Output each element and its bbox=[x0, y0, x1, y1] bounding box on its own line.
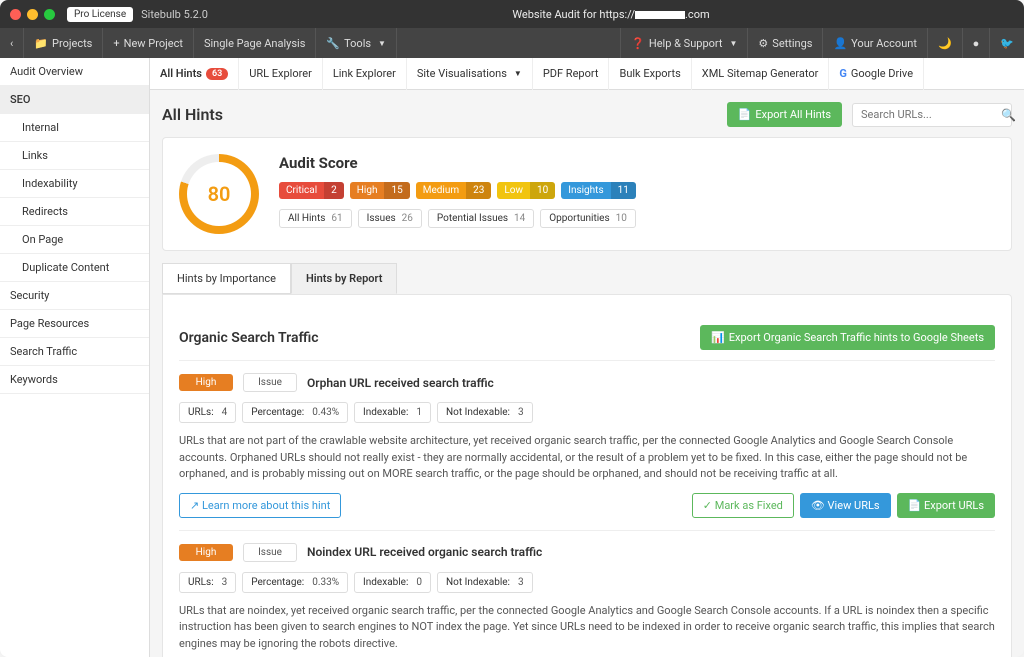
subtab-pdf-report[interactable]: PDF Report bbox=[533, 58, 610, 90]
pill-critical[interactable]: Critical2 bbox=[279, 182, 344, 199]
twitter-icon[interactable]: 🐦 bbox=[989, 28, 1024, 58]
sidebar-item-indexability[interactable]: Indexability bbox=[0, 170, 149, 198]
app-name: Sitebulb 5.2.0 bbox=[141, 8, 208, 21]
license-badge: Pro License bbox=[67, 7, 133, 22]
score-value: 80 bbox=[187, 162, 251, 226]
hint-description: URLs that are noindex, yet received orga… bbox=[179, 603, 995, 653]
hint-title: Noindex URL received organic search traf… bbox=[307, 545, 542, 559]
audit-url: Website Audit for https://.com bbox=[208, 8, 1014, 21]
sidebar-item-on-page[interactable]: On Page bbox=[0, 226, 149, 254]
hint-stat-urls: URLs:3 bbox=[179, 572, 236, 593]
subtab-xml-sitemap-generator[interactable]: XML Sitemap Generator bbox=[692, 58, 830, 90]
hint-title: Orphan URL received search traffic bbox=[307, 376, 494, 390]
subtab-site-visualisations[interactable]: Site Visualisations▼ bbox=[407, 58, 533, 90]
tools-button[interactable]: 🔧 Tools▼ bbox=[316, 28, 397, 58]
subtab-link-explorer[interactable]: Link Explorer bbox=[323, 58, 407, 90]
notifications-icon[interactable]: ● bbox=[962, 28, 990, 58]
view-urls-button[interactable]: 👁 View URLs bbox=[800, 493, 891, 518]
sidebar: Audit OverviewSEOInternalLinksIndexabili… bbox=[0, 58, 150, 657]
stat-all-hints[interactable]: All Hints61 bbox=[279, 209, 352, 228]
maximize-icon[interactable] bbox=[44, 9, 55, 20]
hint-description: URLs that are not part of the crawlable … bbox=[179, 433, 995, 483]
subtab-all-hints[interactable]: All Hints63 bbox=[150, 58, 239, 90]
page-title: All Hints bbox=[162, 105, 223, 124]
hint-stat-nidx: Not Indexable:3 bbox=[437, 572, 533, 593]
settings-button[interactable]: ⚙ Settings bbox=[747, 28, 822, 58]
hint-stat-pct: Percentage:0.43% bbox=[242, 402, 348, 423]
hints-count-badge: 63 bbox=[206, 68, 228, 80]
sidebar-item-keywords[interactable]: Keywords bbox=[0, 366, 149, 394]
account-button[interactable]: 👤 Your Account bbox=[822, 28, 926, 58]
sidebar-item-seo[interactable]: SEO bbox=[0, 86, 149, 114]
main-toolbar: ‹ 📁 Projects + New Project Single Page A… bbox=[0, 28, 1024, 58]
search-icon: 🔍 bbox=[1001, 108, 1016, 122]
sidebar-item-links[interactable]: Links bbox=[0, 142, 149, 170]
subtab-bulk-exports[interactable]: Bulk Exports bbox=[609, 58, 691, 90]
subtabs: All Hints63URL ExplorerLink ExplorerSite… bbox=[150, 58, 1024, 90]
score-title: Audit Score bbox=[279, 154, 636, 172]
titlebar: Pro License Sitebulb 5.2.0 Website Audit… bbox=[0, 0, 1024, 28]
sidebar-item-redirects[interactable]: Redirects bbox=[0, 198, 149, 226]
stat-potential-issues[interactable]: Potential Issues14 bbox=[428, 209, 534, 228]
minimize-icon[interactable] bbox=[27, 9, 38, 20]
sidebar-item-page-resources[interactable]: Page Resources bbox=[0, 310, 149, 338]
severity-tag: High bbox=[179, 544, 233, 561]
back-button[interactable]: ‹ bbox=[0, 28, 24, 58]
section-title: Organic Search Traffic bbox=[179, 330, 319, 346]
hint-stat-pct: Percentage:0.33% bbox=[242, 572, 348, 593]
pill-insights[interactable]: Insights11 bbox=[561, 182, 636, 199]
tab-hints-report[interactable]: Hints by Report bbox=[291, 263, 397, 294]
export-all-hints-button[interactable]: 📄 Export All Hints bbox=[727, 102, 842, 127]
stat-opportunities[interactable]: Opportunities10 bbox=[540, 209, 636, 228]
stat-issues[interactable]: Issues26 bbox=[358, 209, 422, 228]
projects-button[interactable]: 📁 Projects bbox=[24, 28, 103, 58]
search-input[interactable]: 🔍 bbox=[852, 103, 1012, 127]
hint-stat-urls: URLs:4 bbox=[179, 402, 236, 423]
theme-toggle[interactable]: 🌙 bbox=[927, 28, 962, 58]
sidebar-item-search-traffic[interactable]: Search Traffic bbox=[0, 338, 149, 366]
sidebar-item-audit-overview[interactable]: Audit Overview bbox=[0, 58, 149, 86]
close-icon[interactable] bbox=[10, 9, 21, 20]
sidebar-item-duplicate-content[interactable]: Duplicate Content bbox=[0, 254, 149, 282]
export-section-button[interactable]: 📊 Export Organic Search Traffic hints to… bbox=[700, 325, 995, 350]
window-controls[interactable] bbox=[10, 9, 55, 20]
export-urls-button[interactable]: 📄 Export URLs bbox=[897, 493, 995, 518]
hint-item: High Issue Noindex URL received organic se… bbox=[179, 530, 995, 657]
sidebar-item-internal[interactable]: Internal bbox=[0, 114, 149, 142]
pill-low[interactable]: Low10 bbox=[497, 182, 555, 199]
sidebar-item-security[interactable]: Security bbox=[0, 282, 149, 310]
severity-tag: High bbox=[179, 374, 233, 391]
learn-more-button[interactable]: ↗ Learn more about this hint bbox=[179, 493, 341, 518]
score-gauge: 80 bbox=[179, 154, 259, 234]
type-tag: Issue bbox=[243, 373, 297, 392]
type-tag: Issue bbox=[243, 543, 297, 562]
mark-fixed-button[interactable]: ✓ Mark as Fixed bbox=[692, 493, 794, 518]
pill-medium[interactable]: Medium23 bbox=[416, 182, 492, 199]
pill-high[interactable]: High15 bbox=[350, 182, 410, 199]
audit-score-card: 80 Audit Score Critical2 High15 Medium23 Lo… bbox=[162, 137, 1012, 251]
hint-stat-idx: Indexable:0 bbox=[354, 572, 431, 593]
hint-item: High Issue Orphan URL received search traf… bbox=[179, 360, 995, 530]
single-page-analysis-button[interactable]: Single Page Analysis bbox=[194, 28, 316, 58]
hints-tabs: Hints by Importance Hints by Report bbox=[162, 263, 1012, 294]
help-button[interactable]: ❓ Help & Support▼ bbox=[620, 28, 747, 58]
subtab-google-drive[interactable]: G Google Drive bbox=[829, 58, 924, 90]
hint-stat-nidx: Not Indexable:3 bbox=[437, 402, 533, 423]
subtab-url-explorer[interactable]: URL Explorer bbox=[239, 58, 323, 90]
hint-stat-idx: Indexable:1 bbox=[354, 402, 431, 423]
tab-hints-importance[interactable]: Hints by Importance bbox=[162, 263, 291, 294]
new-project-button[interactable]: + New Project bbox=[103, 28, 194, 58]
